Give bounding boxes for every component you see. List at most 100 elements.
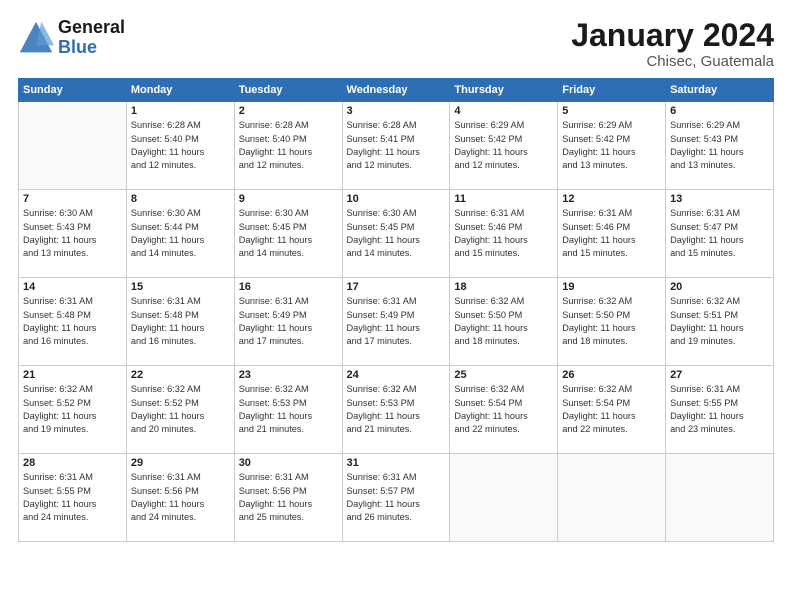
calendar-header-tuesday: Tuesday — [234, 79, 342, 102]
calendar-day: 26 Sunrise: 6:32 AMSunset: 5:54 PMDaylig… — [558, 366, 666, 454]
day-info: Sunrise: 6:28 AMSunset: 5:40 PMDaylight:… — [131, 119, 230, 172]
calendar-day: 13 Sunrise: 6:31 AMSunset: 5:47 PMDaylig… — [666, 190, 774, 278]
calendar-day: 19 Sunrise: 6:32 AMSunset: 5:50 PMDaylig… — [558, 278, 666, 366]
day-number: 13 — [670, 193, 769, 205]
day-info: Sunrise: 6:31 AMSunset: 5:57 PMDaylight:… — [347, 471, 446, 524]
day-info: Sunrise: 6:31 AMSunset: 5:49 PMDaylight:… — [239, 295, 338, 348]
calendar-day: 24 Sunrise: 6:32 AMSunset: 5:53 PMDaylig… — [342, 366, 450, 454]
day-number: 6 — [670, 105, 769, 117]
day-number: 4 — [454, 105, 553, 117]
calendar-day: 28 Sunrise: 6:31 AMSunset: 5:55 PMDaylig… — [19, 454, 127, 542]
calendar-day: 2 Sunrise: 6:28 AMSunset: 5:40 PMDayligh… — [234, 102, 342, 190]
day-info: Sunrise: 6:29 AMSunset: 5:43 PMDaylight:… — [670, 119, 769, 172]
calendar-header-saturday: Saturday — [666, 79, 774, 102]
day-number: 27 — [670, 369, 769, 381]
calendar-day: 21 Sunrise: 6:32 AMSunset: 5:52 PMDaylig… — [19, 366, 127, 454]
day-number: 7 — [23, 193, 122, 205]
day-number: 1 — [131, 105, 230, 117]
day-info: Sunrise: 6:31 AMSunset: 5:49 PMDaylight:… — [347, 295, 446, 348]
day-number: 23 — [239, 369, 338, 381]
calendar-day: 22 Sunrise: 6:32 AMSunset: 5:52 PMDaylig… — [126, 366, 234, 454]
calendar-day: 3 Sunrise: 6:28 AMSunset: 5:41 PMDayligh… — [342, 102, 450, 190]
month-title: January 2024 — [571, 18, 774, 53]
day-info: Sunrise: 6:32 AMSunset: 5:54 PMDaylight:… — [454, 383, 553, 436]
calendar-header-row: SundayMondayTuesdayWednesdayThursdayFrid… — [19, 79, 774, 102]
day-info: Sunrise: 6:32 AMSunset: 5:53 PMDaylight:… — [239, 383, 338, 436]
day-info: Sunrise: 6:30 AMSunset: 5:45 PMDaylight:… — [347, 207, 446, 260]
calendar-day: 18 Sunrise: 6:32 AMSunset: 5:50 PMDaylig… — [450, 278, 558, 366]
day-number: 29 — [131, 457, 230, 469]
day-number: 26 — [562, 369, 661, 381]
calendar-header-monday: Monday — [126, 79, 234, 102]
day-number: 28 — [23, 457, 122, 469]
day-number: 3 — [347, 105, 446, 117]
day-number: 24 — [347, 369, 446, 381]
day-info: Sunrise: 6:32 AMSunset: 5:51 PMDaylight:… — [670, 295, 769, 348]
day-info: Sunrise: 6:31 AMSunset: 5:46 PMDaylight:… — [454, 207, 553, 260]
day-info: Sunrise: 6:30 AMSunset: 5:44 PMDaylight:… — [131, 207, 230, 260]
location: Chisec, Guatemala — [571, 53, 774, 70]
day-number: 14 — [23, 281, 122, 293]
calendar-day: 23 Sunrise: 6:32 AMSunset: 5:53 PMDaylig… — [234, 366, 342, 454]
calendar-day: 7 Sunrise: 6:30 AMSunset: 5:43 PMDayligh… — [19, 190, 127, 278]
day-info: Sunrise: 6:32 AMSunset: 5:54 PMDaylight:… — [562, 383, 661, 436]
calendar-day — [558, 454, 666, 542]
day-number: 11 — [454, 193, 553, 205]
calendar-day: 6 Sunrise: 6:29 AMSunset: 5:43 PMDayligh… — [666, 102, 774, 190]
day-number: 5 — [562, 105, 661, 117]
day-number: 20 — [670, 281, 769, 293]
calendar-week-5: 28 Sunrise: 6:31 AMSunset: 5:55 PMDaylig… — [19, 454, 774, 542]
calendar-day — [19, 102, 127, 190]
title-block: January 2024 Chisec, Guatemala — [571, 18, 774, 70]
calendar-day: 31 Sunrise: 6:31 AMSunset: 5:57 PMDaylig… — [342, 454, 450, 542]
calendar-day: 14 Sunrise: 6:31 AMSunset: 5:48 PMDaylig… — [19, 278, 127, 366]
day-number: 30 — [239, 457, 338, 469]
calendar-day: 10 Sunrise: 6:30 AMSunset: 5:45 PMDaylig… — [342, 190, 450, 278]
day-number: 9 — [239, 193, 338, 205]
day-info: Sunrise: 6:31 AMSunset: 5:46 PMDaylight:… — [562, 207, 661, 260]
calendar-day: 17 Sunrise: 6:31 AMSunset: 5:49 PMDaylig… — [342, 278, 450, 366]
calendar-header-thursday: Thursday — [450, 79, 558, 102]
logo-blue: Blue — [58, 38, 125, 58]
calendar-day: 11 Sunrise: 6:31 AMSunset: 5:46 PMDaylig… — [450, 190, 558, 278]
day-number: 10 — [347, 193, 446, 205]
page: General Blue January 2024 Chisec, Guatem… — [0, 0, 792, 612]
day-info: Sunrise: 6:32 AMSunset: 5:53 PMDaylight:… — [347, 383, 446, 436]
day-info: Sunrise: 6:31 AMSunset: 5:48 PMDaylight:… — [23, 295, 122, 348]
day-info: Sunrise: 6:30 AMSunset: 5:43 PMDaylight:… — [23, 207, 122, 260]
day-info: Sunrise: 6:29 AMSunset: 5:42 PMDaylight:… — [562, 119, 661, 172]
day-info: Sunrise: 6:32 AMSunset: 5:50 PMDaylight:… — [454, 295, 553, 348]
calendar-week-4: 21 Sunrise: 6:32 AMSunset: 5:52 PMDaylig… — [19, 366, 774, 454]
day-info: Sunrise: 6:28 AMSunset: 5:40 PMDaylight:… — [239, 119, 338, 172]
day-number: 12 — [562, 193, 661, 205]
day-info: Sunrise: 6:31 AMSunset: 5:55 PMDaylight:… — [670, 383, 769, 436]
calendar-header-friday: Friday — [558, 79, 666, 102]
day-info: Sunrise: 6:31 AMSunset: 5:56 PMDaylight:… — [131, 471, 230, 524]
day-number: 31 — [347, 457, 446, 469]
day-number: 25 — [454, 369, 553, 381]
calendar-day: 27 Sunrise: 6:31 AMSunset: 5:55 PMDaylig… — [666, 366, 774, 454]
day-number: 22 — [131, 369, 230, 381]
calendar-week-2: 7 Sunrise: 6:30 AMSunset: 5:43 PMDayligh… — [19, 190, 774, 278]
day-info: Sunrise: 6:31 AMSunset: 5:55 PMDaylight:… — [23, 471, 122, 524]
calendar-day: 25 Sunrise: 6:32 AMSunset: 5:54 PMDaylig… — [450, 366, 558, 454]
day-number: 21 — [23, 369, 122, 381]
logo-general: General — [58, 18, 125, 38]
calendar-day: 30 Sunrise: 6:31 AMSunset: 5:56 PMDaylig… — [234, 454, 342, 542]
calendar-day: 15 Sunrise: 6:31 AMSunset: 5:48 PMDaylig… — [126, 278, 234, 366]
calendar-day: 12 Sunrise: 6:31 AMSunset: 5:46 PMDaylig… — [558, 190, 666, 278]
calendar-day: 16 Sunrise: 6:31 AMSunset: 5:49 PMDaylig… — [234, 278, 342, 366]
calendar-week-3: 14 Sunrise: 6:31 AMSunset: 5:48 PMDaylig… — [19, 278, 774, 366]
day-info: Sunrise: 6:32 AMSunset: 5:52 PMDaylight:… — [23, 383, 122, 436]
day-number: 2 — [239, 105, 338, 117]
day-number: 16 — [239, 281, 338, 293]
day-number: 17 — [347, 281, 446, 293]
calendar-header-sunday: Sunday — [19, 79, 127, 102]
day-number: 15 — [131, 281, 230, 293]
calendar-day: 1 Sunrise: 6:28 AMSunset: 5:40 PMDayligh… — [126, 102, 234, 190]
calendar-day: 8 Sunrise: 6:30 AMSunset: 5:44 PMDayligh… — [126, 190, 234, 278]
calendar-header-wednesday: Wednesday — [342, 79, 450, 102]
day-info: Sunrise: 6:32 AMSunset: 5:52 PMDaylight:… — [131, 383, 230, 436]
calendar-day: 20 Sunrise: 6:32 AMSunset: 5:51 PMDaylig… — [666, 278, 774, 366]
logo: General Blue — [18, 18, 125, 58]
